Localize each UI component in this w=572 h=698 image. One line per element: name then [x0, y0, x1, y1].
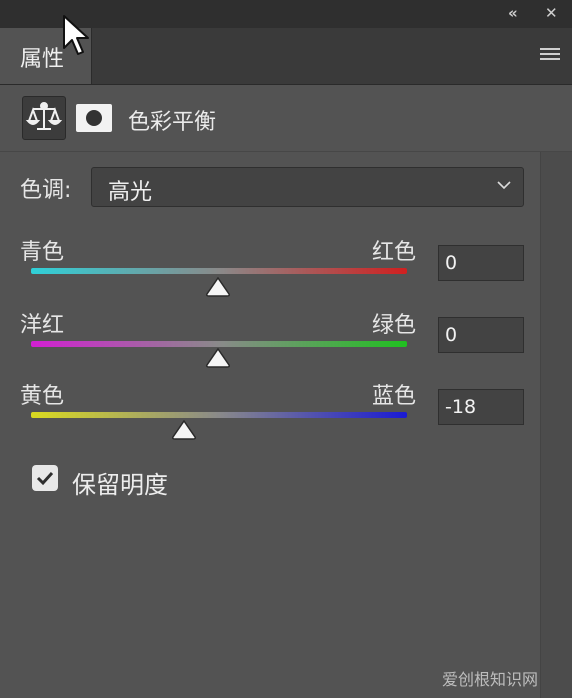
yellow-blue-slider-track[interactable]	[31, 412, 407, 418]
magenta-green-slider-thumb[interactable]	[205, 348, 231, 368]
tone-dropdown[interactable]: 高光	[91, 167, 524, 207]
cyan-red-slider-thumb[interactable]	[205, 277, 231, 297]
magenta-green-slider-track[interactable]	[31, 341, 407, 347]
preserve-luminosity-label: 保留明度	[72, 471, 168, 499]
tone-label: 色调:	[20, 178, 72, 203]
cyan-red-value-input[interactable]	[438, 245, 524, 281]
scale-balance-icon[interactable]	[22, 96, 66, 140]
slider-blue-label: 蓝色	[372, 384, 417, 409]
hamburger-menu-icon[interactable]	[540, 48, 560, 62]
watermark-text: 爱创根知识网	[442, 670, 539, 689]
adjustment-title: 色彩平衡	[128, 110, 217, 135]
mouse-cursor-icon	[63, 15, 89, 55]
tone-dropdown-value: 高光	[108, 180, 153, 205]
chevron-down-icon	[497, 181, 511, 190]
yellow-blue-value-input[interactable]	[438, 389, 524, 425]
close-panel-icon[interactable]: ✕	[545, 4, 558, 22]
yellow-blue-slider-thumb[interactable]	[171, 420, 197, 440]
checkmark-icon	[36, 471, 54, 486]
adjustment-header: 色彩平衡	[0, 85, 572, 152]
collapse-panel-icon[interactable]: «	[508, 4, 518, 22]
slider-yellow-label: 黄色	[20, 384, 65, 409]
cyan-red-slider-track[interactable]	[31, 268, 407, 274]
magenta-green-value-input[interactable]	[438, 317, 524, 353]
layer-mask-icon[interactable]	[74, 96, 118, 140]
slider-magenta-label: 洋红	[20, 313, 65, 338]
tab-properties-label: 属性	[20, 47, 65, 72]
slider-red-label: 红色	[372, 240, 417, 265]
panel-scrollbar[interactable]	[540, 152, 572, 698]
slider-green-label: 绿色	[372, 313, 417, 338]
slider-cyan-label: 青色	[20, 240, 65, 265]
preserve-luminosity-checkbox[interactable]	[32, 465, 58, 491]
